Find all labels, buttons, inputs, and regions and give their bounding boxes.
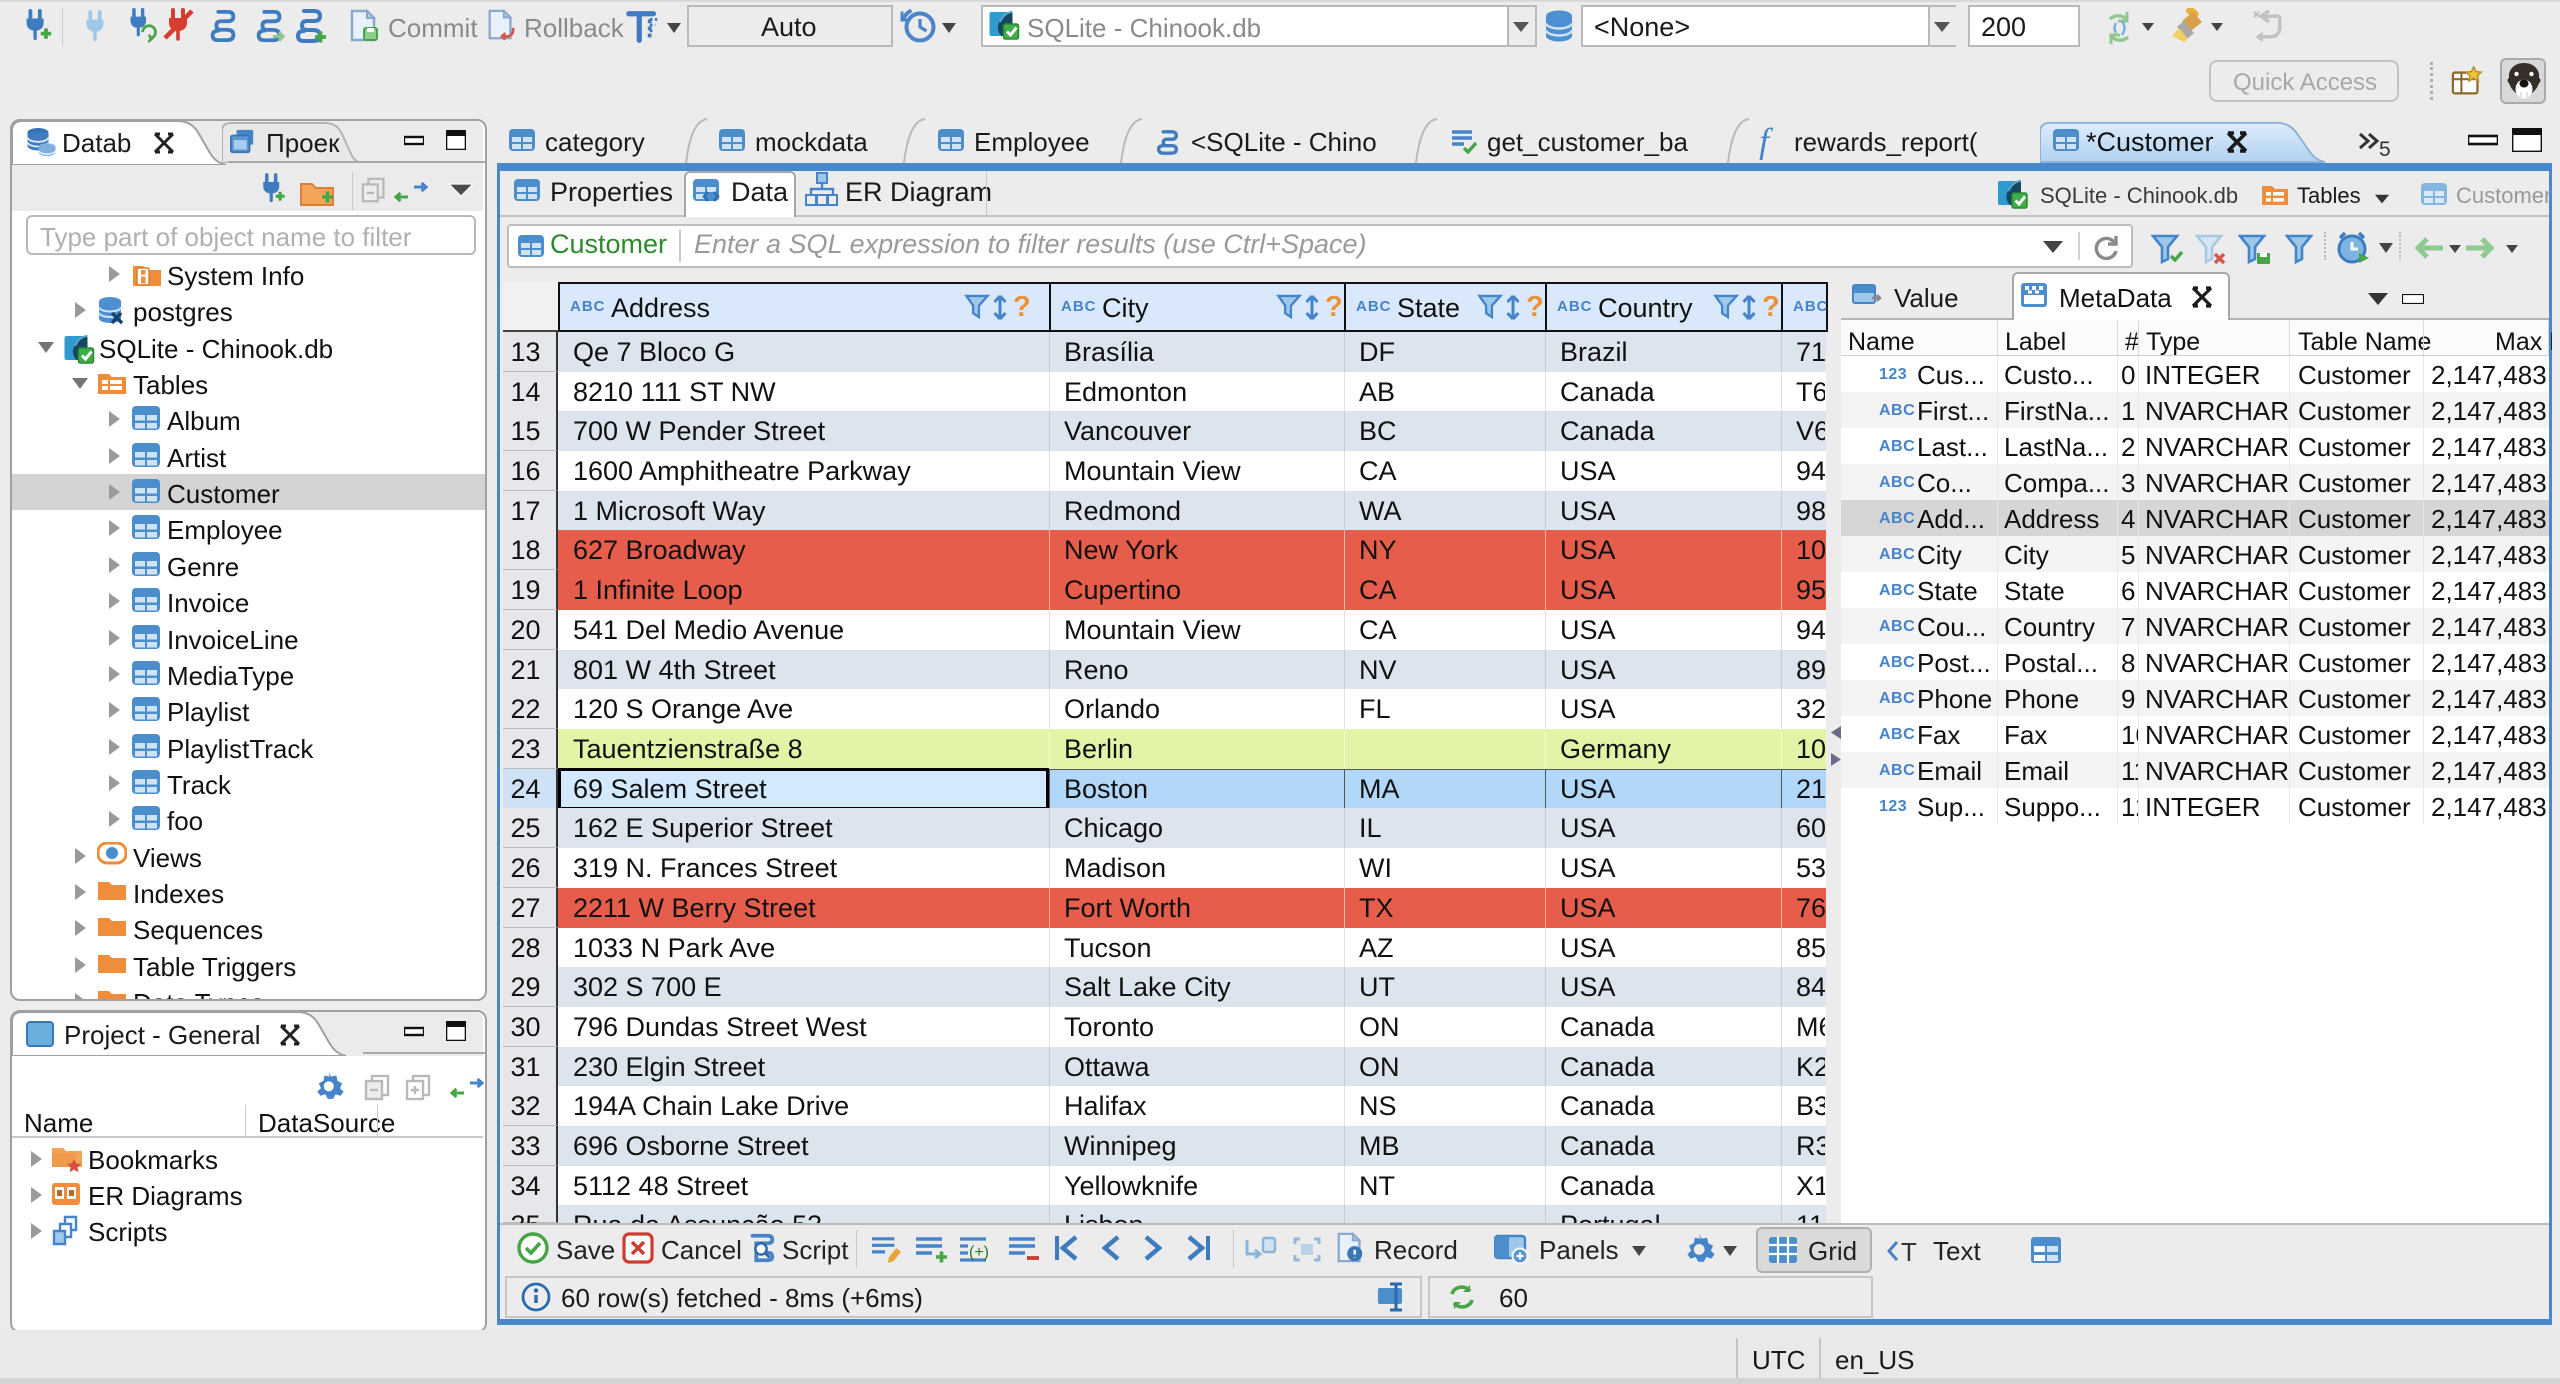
svg-text:5: 5 <box>2379 138 2391 158</box>
svg-text:T: T <box>1901 1238 1917 1264</box>
svg-text:f: f <box>1759 126 1774 160</box>
svg-text:(+): (+) <box>969 1244 989 1261</box>
